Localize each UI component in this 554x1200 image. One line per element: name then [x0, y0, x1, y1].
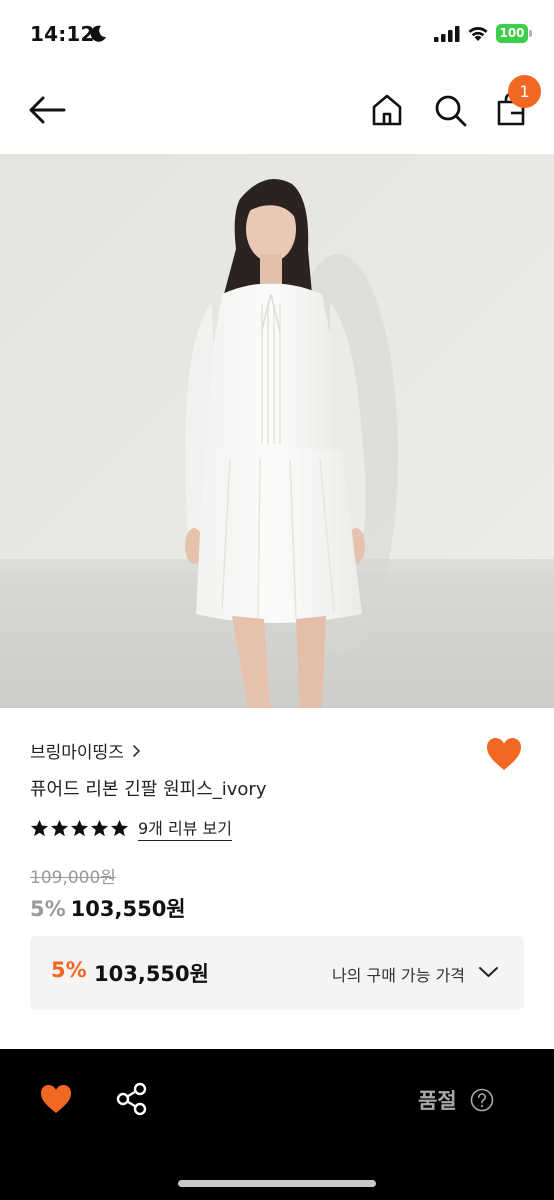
rating-row: 9개 리뷰 보기 — [30, 815, 232, 841]
heart-icon — [487, 738, 521, 770]
benefit-label: 나의 구매 가능 가격 — [332, 966, 466, 985]
wifi-icon — [468, 27, 488, 41]
bottom-action-bar: 품절 — [0, 1049, 554, 1200]
benefit-discount-rate: 5% — [51, 958, 87, 982]
signal-icon — [434, 26, 460, 42]
status-bar: 14:12 100 — [0, 0, 554, 66]
share-button[interactable] — [116, 1082, 148, 1116]
share-icon — [116, 1082, 147, 1116]
benefit-price: 103,550원 — [94, 962, 209, 986]
soldout-label: 품절 — [418, 1089, 457, 1113]
bottom-like-button[interactable] — [39, 1083, 73, 1115]
heart-icon — [41, 1085, 71, 1113]
product-photo — [0, 154, 554, 708]
chevron-down-icon — [479, 967, 498, 977]
search-icon — [435, 95, 467, 127]
star-rating — [30, 819, 129, 838]
status-time: 14:12 — [30, 22, 95, 46]
price-row: 5% 103,550원 — [30, 893, 186, 923]
battery-icon: 100 — [496, 24, 532, 43]
home-icon — [372, 94, 402, 126]
star-icon — [110, 819, 129, 836]
back-arrow-icon — [29, 96, 66, 124]
star-icon — [50, 819, 69, 836]
chevron-right-icon — [133, 744, 140, 757]
original-price: 109,000원 — [30, 868, 116, 888]
star-icon — [90, 819, 109, 836]
cart-badge: 1 — [508, 75, 541, 108]
home-button[interactable] — [367, 90, 407, 130]
back-button[interactable] — [26, 90, 68, 130]
search-button[interactable] — [430, 90, 470, 130]
star-icon — [30, 819, 49, 836]
brand-name: 브링마이띵즈 — [30, 743, 124, 763]
brand-link[interactable]: 브링마이띵즈 — [30, 738, 141, 763]
my-price-dropdown[interactable]: 5% 103,550원 나의 구매 가능 가격 — [30, 936, 524, 1010]
battery-level: 100 — [496, 24, 528, 43]
product-name: 퓨어드 리본 긴팔 원피스_ivory — [30, 779, 267, 800]
help-icon[interactable] — [470, 1088, 494, 1112]
like-button[interactable] — [485, 736, 523, 772]
review-link[interactable]: 9개 리뷰 보기 — [138, 815, 232, 841]
sale-price: 103,550원 — [70, 897, 186, 921]
moon-icon — [90, 25, 106, 42]
home-indicator — [178, 1180, 376, 1187]
product-image[interactable] — [0, 154, 554, 708]
battery-tip — [529, 30, 532, 37]
nav-bar — [0, 66, 554, 154]
star-icon — [70, 819, 89, 836]
discount-rate: 5% — [30, 897, 66, 921]
